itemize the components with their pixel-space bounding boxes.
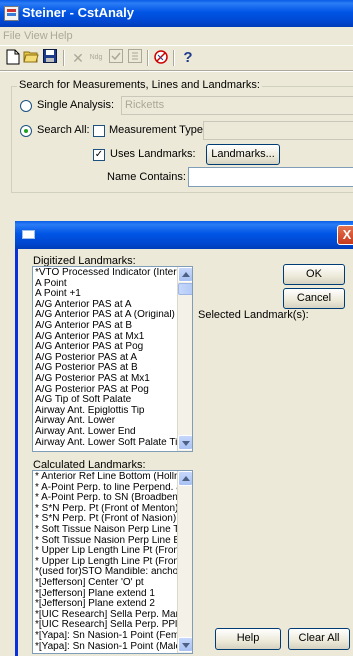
single-analysis-label: Single Analysis: — [37, 99, 115, 111]
delete-icon[interactable]: ✕ — [69, 49, 87, 67]
list-item[interactable]: * Upper Lip Length Line Pt (Front — [33, 546, 177, 557]
name-contains-label: Name Contains: — [107, 171, 186, 183]
list-item[interactable]: A/G Anterior PAS at Pog — [33, 342, 177, 353]
calculated-items: * Anterior Ref Line Bottom (Hollm * A-Poi… — [33, 472, 177, 652]
selected-landmarks-label: Selected Landmark(s): — [198, 309, 309, 321]
analysis-field[interactable]: Ricketts — [121, 96, 353, 115]
list-item[interactable]: *[Yapa]: Sn Nasion-1 Point (Fem — [33, 631, 177, 642]
list-item[interactable]: Airway Ant. Epiglottis Tip — [33, 406, 177, 417]
list-item[interactable]: *[Jefferson] Plane extend 1 — [33, 589, 177, 600]
dialog-icon — [22, 230, 35, 239]
menu-bar: File View Help — [0, 27, 353, 45]
analysis-value: Ricketts — [125, 99, 165, 111]
list-item[interactable]: A/G Anterior PAS at B — [33, 321, 177, 332]
scroll-thumb[interactable] — [178, 283, 192, 295]
list-item[interactable]: *[Yapa]: Sn Nasion-1 Point (Male — [33, 642, 177, 653]
search-group: Search for Measurements, Lines and Landm… — [11, 79, 353, 193]
uses-landmarks-label: Uses Landmarks: — [110, 148, 196, 160]
list-item[interactable]: *[Jefferson] Center 'O' pt — [33, 578, 177, 589]
list-item[interactable]: A/G Posterior PAS at A — [33, 353, 177, 364]
check-icon[interactable] — [107, 49, 125, 67]
list-item[interactable]: * Soft Tissue Nasion Perp Line B — [33, 536, 177, 547]
list-item[interactable]: A/G Tip of Soft Palate — [33, 395, 177, 406]
list-item[interactable]: A Point +1 — [33, 289, 177, 300]
list-item[interactable]: A/G Anterior PAS at Mx1 — [33, 332, 177, 343]
list-item[interactable]: * A-Point Perp. to line Perpend. a — [33, 483, 177, 494]
list-item[interactable]: * S*N Perp. Pt (Front of Nasion) — [33, 514, 177, 525]
digitized-items: *VTO Processed Indicator (Interr A Point A… — [33, 268, 177, 448]
search-all-label: Search All: — [37, 124, 90, 136]
list-item[interactable]: * S*N Perp. Pt (Front of Menton) — [33, 504, 177, 515]
scroll-up-icon[interactable] — [178, 267, 192, 282]
search-legend: Search for Measurements, Lines and Landm… — [17, 79, 262, 91]
app-icon — [4, 6, 19, 21]
list-item[interactable]: A/G Posterior PAS at Pog — [33, 385, 177, 396]
landmarks-button[interactable]: Landmarks... — [206, 144, 280, 165]
unknown-icon-2[interactable] — [126, 49, 144, 67]
measurement-type-checkbox[interactable] — [93, 125, 105, 137]
toolbar-divider — [0, 70, 353, 72]
title-bar[interactable]: Steiner - CstAnaly — [0, 0, 353, 27]
calculated-list[interactable]: * Anterior Ref Line Bottom (Hollm * A-Poi… — [32, 470, 193, 654]
toolbar-separator-2 — [147, 50, 149, 66]
list-item[interactable]: A/G Posterior PAS at B — [33, 363, 177, 374]
calculated-scrollbar[interactable] — [177, 471, 192, 653]
list-item[interactable]: Airway Ant. Lower Soft Palate Ti — [33, 438, 177, 449]
list-item[interactable]: Airway Ant. Lower End — [33, 427, 177, 438]
list-item[interactable]: * Anterior Ref Line Bottom (Hollm — [33, 472, 177, 483]
new-doc-icon[interactable] — [4, 49, 22, 67]
list-item[interactable]: Airway Ant. Lower — [33, 416, 177, 427]
list-item[interactable]: *(used for)STO Mandible: anchor — [33, 567, 177, 578]
digitized-scrollbar[interactable] — [177, 267, 192, 451]
cancel-button[interactable]: Cancel — [283, 288, 345, 309]
list-item[interactable]: *[UIC Research] Sella Perp. PPla — [33, 620, 177, 631]
list-item[interactable]: A Point — [33, 279, 177, 290]
list-item[interactable]: *[UIC Research] Sella Perp. Mar — [33, 610, 177, 621]
digitized-list[interactable]: *VTO Processed Indicator (Interr A Point A… — [32, 266, 193, 452]
measurement-type-field[interactable] — [203, 121, 353, 140]
menu-file[interactable]: File — [3, 30, 21, 42]
help-button[interactable]: Help — [215, 628, 281, 650]
toolbar-separator-3 — [173, 50, 175, 66]
close-button[interactable]: X — [337, 225, 353, 245]
menu-view[interactable]: View — [24, 30, 48, 42]
list-item[interactable]: A/G Anterior PAS at A (Original) — [33, 310, 177, 321]
unknown-icon[interactable]: Ndg — [86, 49, 106, 67]
menu-help[interactable]: Help — [50, 30, 73, 42]
list-item[interactable]: *[Jefferson] Plane extend 2 — [33, 599, 177, 610]
window-title: Steiner - CstAnaly — [22, 5, 134, 20]
uses-landmarks-checkbox[interactable]: ✓ — [93, 149, 105, 161]
save-icon[interactable] — [41, 49, 59, 67]
list-item[interactable]: * Soft Tissue Naison Perp Line T — [33, 525, 177, 536]
dialog-title-bar[interactable]: X — [15, 221, 353, 249]
single-analysis-radio[interactable] — [20, 100, 32, 112]
toolbar-separator — [63, 50, 65, 66]
list-item[interactable]: A/G Anterior PAS at A — [33, 300, 177, 311]
list-item[interactable]: * Upper Lip Length Line Pt (Front — [33, 557, 177, 568]
help-icon[interactable]: ? — [179, 49, 197, 67]
ok-button[interactable]: OK — [283, 264, 345, 285]
landmark-dialog: X Digitized Landmarks: *VTO Processed In… — [15, 221, 353, 656]
scroll-down-icon[interactable] — [178, 435, 192, 450]
toolbar: ✕ Ndg ? — [0, 45, 353, 70]
name-contains-input[interactable] — [188, 167, 353, 187]
open-folder-icon[interactable] — [22, 49, 40, 67]
scroll-down-icon[interactable] — [178, 637, 192, 652]
search-all-radio[interactable] — [20, 125, 32, 137]
tool-icon[interactable] — [152, 49, 170, 67]
list-item[interactable]: *VTO Processed Indicator (Interr — [33, 268, 177, 279]
measurement-type-label: Measurement Type: — [109, 124, 207, 136]
list-item[interactable]: * A-Point Perp. to SN (Broadbent — [33, 493, 177, 504]
scroll-up-icon[interactable] — [178, 471, 192, 486]
list-item[interactable]: A/G Posterior PAS at Mx1 — [33, 374, 177, 385]
clear-all-button[interactable]: Clear All — [288, 628, 350, 650]
dialog-body: Digitized Landmarks: *VTO Processed Indi… — [18, 249, 353, 656]
